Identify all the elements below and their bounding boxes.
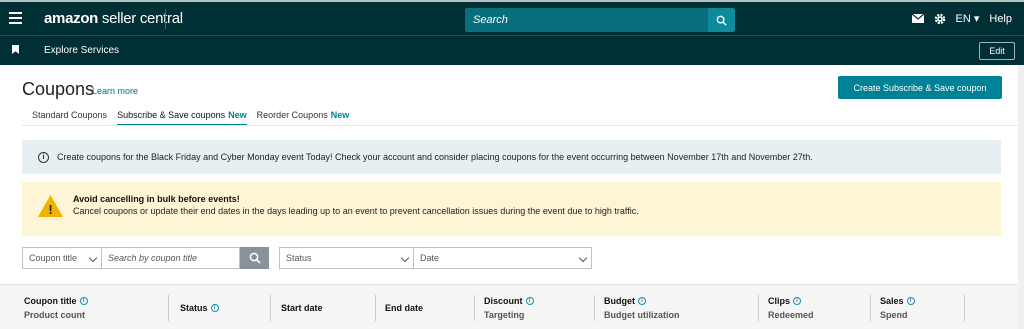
global-search-input[interactable] [465, 8, 708, 32]
coupon-search-input[interactable]: Search by coupon title [102, 247, 240, 269]
status-filter-select[interactable]: Status [279, 247, 414, 269]
column-divider [375, 295, 376, 321]
settings-gear-icon[interactable] [934, 13, 946, 25]
create-subscribe-save-coupon-button[interactable]: Create Subscribe & Save coupon [838, 76, 1002, 99]
info-icon: i [38, 151, 49, 163]
column-end-date[interactable]: End date [385, 303, 423, 313]
chevron-down-icon [88, 253, 98, 263]
date-filter-select[interactable]: Date [413, 247, 592, 269]
chevron-down-icon [400, 253, 410, 263]
info-icon[interactable]: i [79, 297, 88, 305]
mail-icon[interactable] [911, 14, 924, 23]
tab-reorder-coupons[interactable]: Reorder Coupons New [257, 110, 350, 126]
learn-more-link[interactable]: Learn more [92, 86, 138, 96]
warning-alert: ! Avoid cancelling in bulk before events… [22, 182, 1001, 236]
page-title: Coupons [22, 79, 95, 99]
warning-title: Avoid cancelling in bulk before events! [73, 194, 240, 204]
explore-services-link[interactable]: Explore Services [44, 45, 119, 56]
chevron-down-icon [578, 253, 588, 263]
new-badge: New [330, 110, 350, 120]
menu-icon[interactable] [9, 12, 22, 24]
bookmark-icon[interactable] [12, 45, 19, 54]
global-search [465, 8, 735, 32]
coupon-tabs: Standard Coupons Subscribe & Save coupon… [32, 110, 359, 126]
bookmark-bar: Explore Services Edit [0, 35, 1024, 65]
column-divider [758, 295, 759, 321]
column-divider [870, 295, 871, 321]
tab-subscribe-save-coupons[interactable]: Subscribe & Save coupons New [117, 110, 247, 126]
column-budget[interactable]: Budget i Budget utilization [604, 296, 680, 320]
divider [165, 9, 166, 29]
info-icon[interactable]: i [210, 304, 219, 312]
warning-icon: ! [38, 195, 63, 217]
help-link[interactable]: Help [989, 13, 1012, 25]
column-status[interactable]: Status i [180, 303, 219, 313]
column-coupon-title[interactable]: Coupon title i Product count [24, 296, 88, 320]
column-divider [964, 295, 965, 321]
column-divider [270, 295, 271, 321]
scrollbar[interactable] [1018, 65, 1024, 329]
column-discount[interactable]: Discount i Targeting [484, 296, 534, 320]
info-icon[interactable]: i [525, 297, 534, 305]
coupon-title-filter-select[interactable]: Coupon title [22, 247, 102, 269]
language-selector[interactable]: EN ▾ [956, 12, 980, 25]
info-banner-text: Create coupons for the Black Friday and … [57, 152, 813, 162]
top-navigation-bar: amazon seller central EN ▾ Help [0, 0, 1024, 35]
search-button[interactable] [708, 8, 735, 32]
search-icon [716, 15, 727, 26]
amazon-seller-central-logo[interactable]: amazon seller central [44, 10, 183, 27]
tabs-divider [22, 125, 1018, 126]
tab-standard-coupons[interactable]: Standard Coupons [32, 110, 107, 126]
warning-text: Cancel coupons or update their end dates… [73, 206, 639, 216]
info-icon[interactable]: i [906, 297, 915, 305]
coupons-table-header: Coupon title i Product count Status i Star… [0, 284, 1018, 329]
column-divider [594, 295, 595, 321]
column-sales[interactable]: Sales i Spend [880, 296, 915, 320]
column-start-date[interactable]: Start date [281, 303, 323, 313]
coupon-search-button[interactable] [240, 247, 269, 269]
search-icon [249, 252, 261, 264]
info-icon[interactable]: i [793, 297, 802, 305]
new-badge: New [228, 110, 247, 120]
column-divider [474, 295, 475, 321]
info-icon[interactable]: i [638, 297, 646, 305]
column-divider [168, 295, 169, 321]
info-banner: i Create coupons for the Black Friday an… [22, 140, 1001, 174]
edit-button[interactable]: Edit [979, 42, 1015, 60]
column-clips[interactable]: Clips i Redeemed [768, 296, 814, 320]
